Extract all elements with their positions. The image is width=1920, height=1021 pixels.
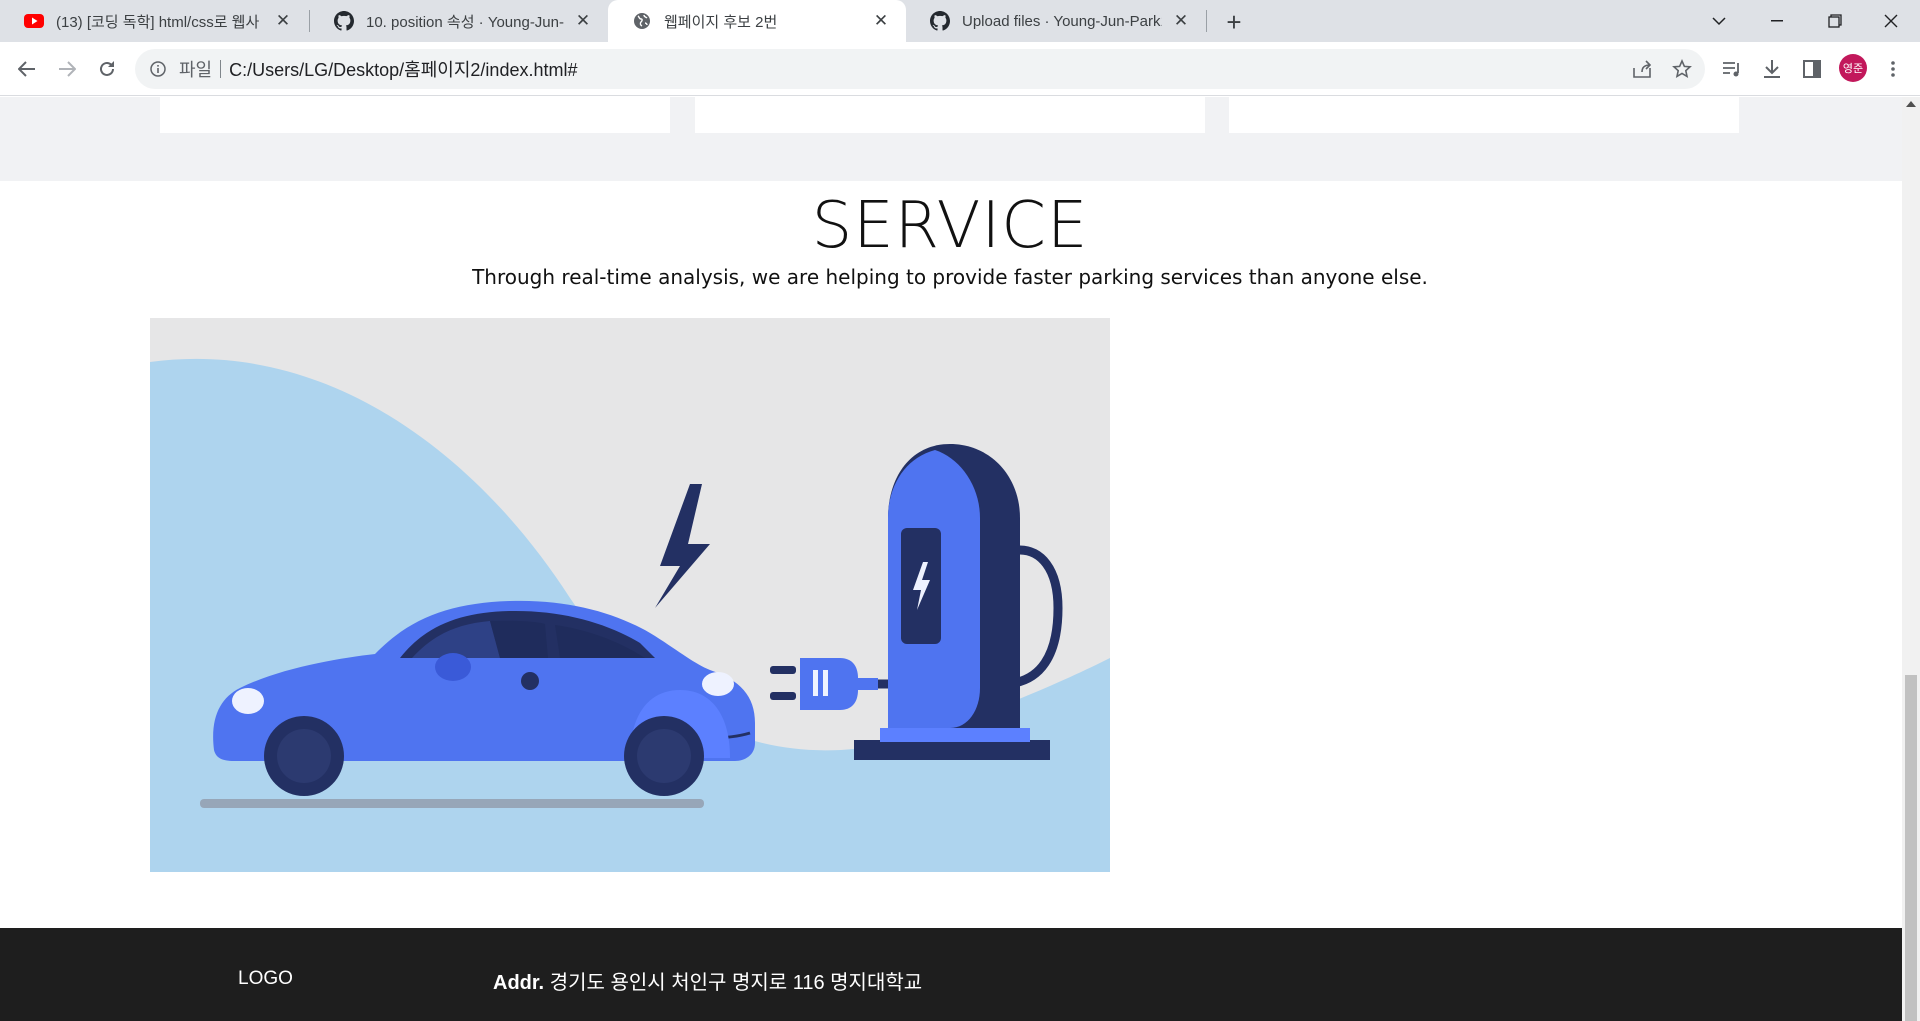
info-icon[interactable]: [149, 60, 167, 78]
service-description: Through real-time analysis, we are helpi…: [472, 265, 1428, 289]
tab-title: Upload files · Young-Jun-Park18: [962, 12, 1162, 30]
site-footer: LOGO Addr. 경기도 용인시 처인구 명지로 116 명지대학교: [0, 928, 1902, 1021]
scrollbar-thumb[interactable]: [1905, 675, 1917, 1021]
tab-title: 10. position 속성 · Young-Jun-Pa: [366, 13, 564, 31]
address-label: Addr.: [493, 972, 545, 994]
tab-search-button[interactable]: [1690, 0, 1748, 42]
download-icon[interactable]: [1756, 53, 1788, 85]
reload-button[interactable]: [91, 53, 123, 85]
github-icon: [334, 11, 354, 31]
more-menu-icon[interactable]: [1877, 53, 1909, 85]
tab-github-position[interactable]: 10. position 속성 · Young-Jun-Pa ✕: [310, 0, 608, 42]
close-tab-icon[interactable]: ✕: [870, 10, 892, 32]
github-icon: [930, 11, 950, 31]
address-value: 경기도 용인시 처인구 명지로 116 명지대학교: [549, 972, 923, 994]
scheme-label: 파일: [179, 60, 213, 80]
card: [1229, 97, 1739, 133]
url-text[interactable]: C:/Users/LG/Desktop/홈페이지2/index.html#: [229, 56, 577, 82]
restore-button[interactable]: [1806, 0, 1864, 42]
tab-title: 웹페이지 후보 2번: [664, 13, 778, 31]
bookmark-star-icon[interactable]: [1666, 53, 1698, 85]
close-tab-icon[interactable]: ✕: [1170, 10, 1192, 32]
page-viewport: SERVICE Through real-time analysis, we a…: [0, 97, 1902, 1021]
browser-toolbar: 파일 C:/Users/LG/Desktop/홈페이지2/index.html#…: [0, 42, 1920, 96]
close-tab-icon[interactable]: ✕: [272, 10, 294, 32]
side-panel-icon[interactable]: [1796, 53, 1828, 85]
ev-charging-illustration: [150, 318, 1110, 872]
card: [160, 97, 670, 133]
share-icon[interactable]: [1626, 53, 1658, 85]
back-button[interactable]: [11, 53, 43, 85]
close-window-button[interactable]: [1862, 0, 1920, 42]
media-control-icon[interactable]: [1716, 53, 1748, 85]
globe-icon: [632, 11, 652, 31]
divider: [220, 60, 222, 78]
close-tab-icon[interactable]: ✕: [572, 10, 594, 32]
footer-address: Addr. 경기도 용인시 처인구 명지로 116 명지대학교: [493, 966, 922, 995]
card: [695, 97, 1205, 133]
scroll-up-arrow-icon[interactable]: [1906, 101, 1916, 107]
footer-logo[interactable]: LOGO: [238, 968, 293, 990]
address-bar[interactable]: 파일 C:/Users/LG/Desktop/홈페이지2/index.html#: [135, 49, 1705, 89]
minimize-button[interactable]: [1748, 0, 1806, 42]
tab-youtube[interactable]: (13) [코딩 독학] html/css로 웹사 ✕: [0, 0, 308, 42]
page-scrollbar[interactable]: [1902, 97, 1920, 1021]
tab-title: (13) [코딩 독학] html/css로 웹사: [56, 13, 260, 31]
profile-avatar[interactable]: 영준: [1839, 54, 1867, 82]
tab-active-webpage[interactable]: 웹페이지 후보 2번 ✕: [608, 0, 906, 42]
youtube-icon: [24, 11, 44, 31]
tab-strip: (13) [코딩 독학] html/css로 웹사 ✕ 10. position…: [0, 0, 1920, 42]
service-title: SERVICE: [811, 189, 1089, 263]
forward-button[interactable]: [51, 53, 83, 85]
cards-section-bottom: [0, 97, 1902, 181]
tab-github-upload[interactable]: Upload files · Young-Jun-Park18 ✕: [906, 0, 1206, 42]
tab-separator: [1206, 10, 1207, 32]
new-tab-button[interactable]: +: [1218, 6, 1250, 38]
